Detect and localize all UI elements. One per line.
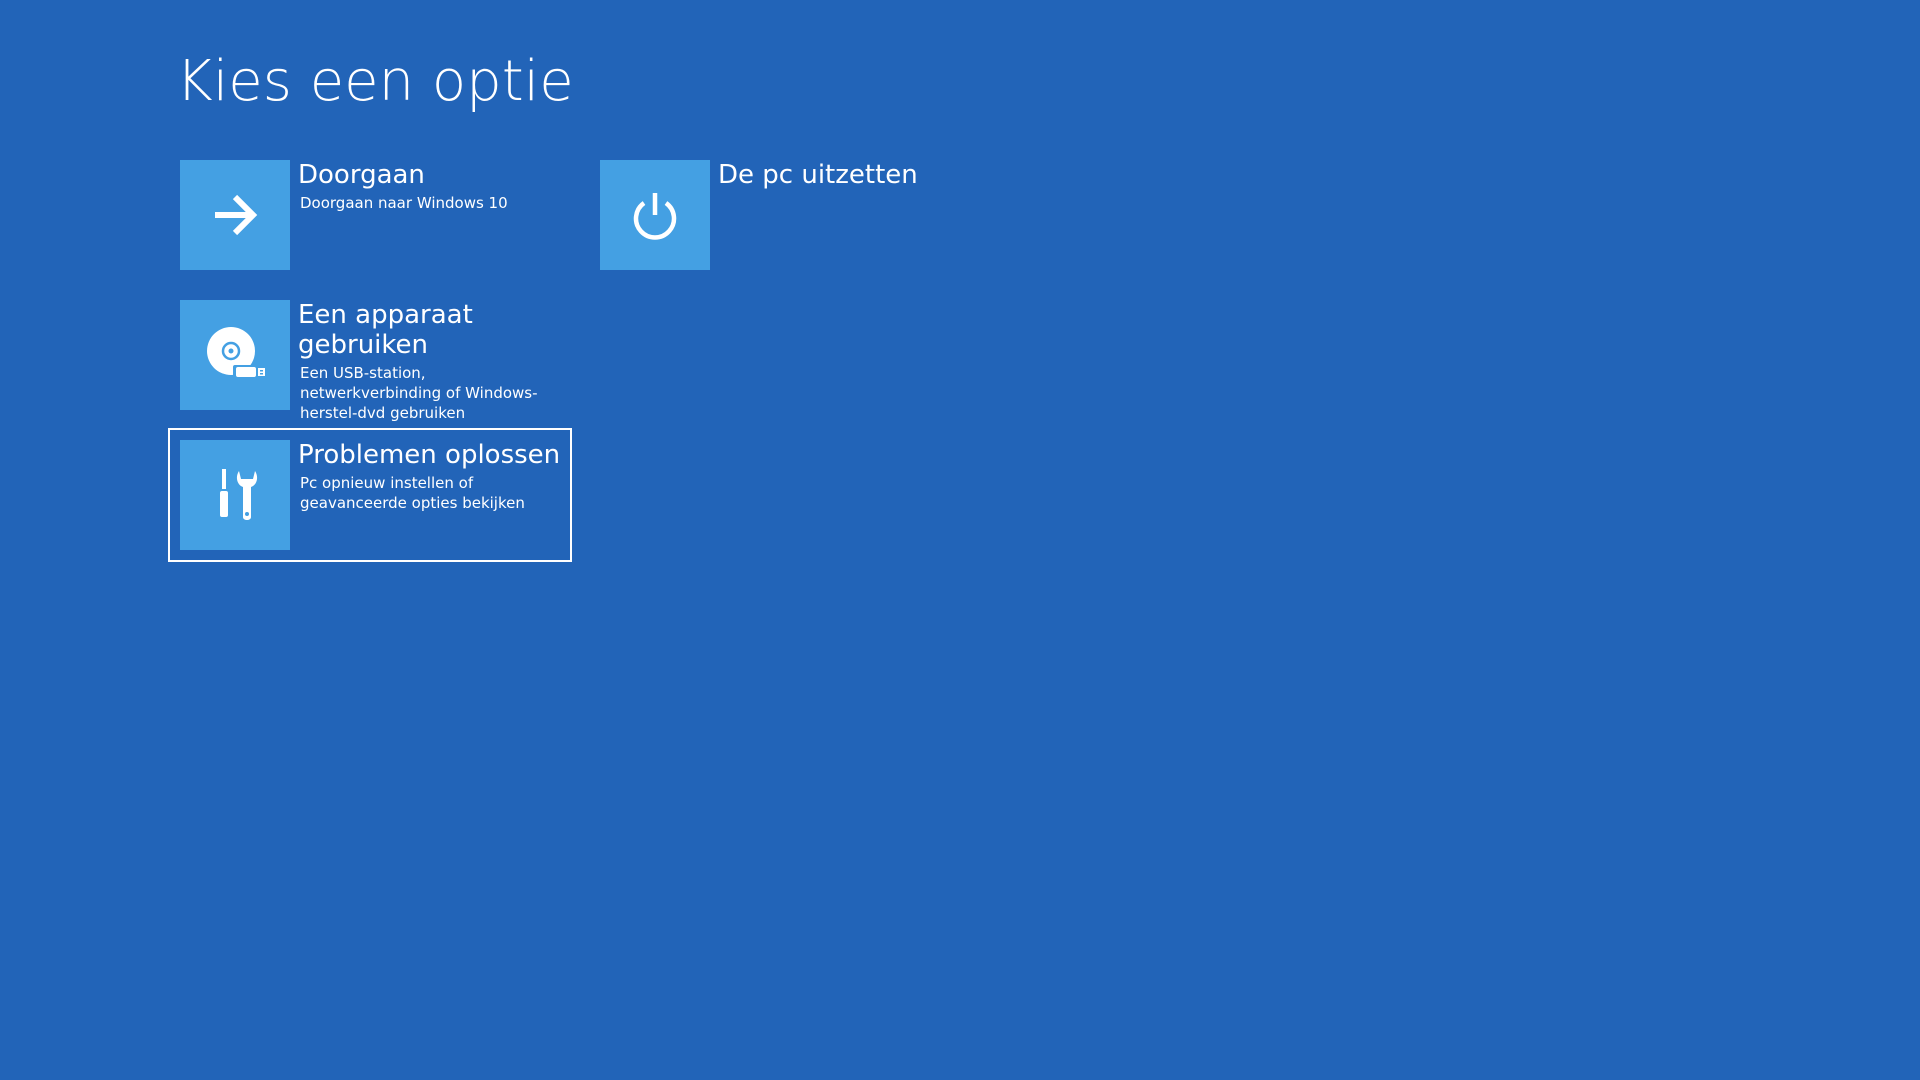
shutdown-title: De pc uitzetten [718,160,918,190]
troubleshoot-description: Pc opnieuw instellen of geavanceerde opt… [300,474,525,512]
tools-icon [220,469,258,520]
continue-option[interactable]: Doorgaan Doorgaan naar Windows 10 [180,160,580,270]
troubleshoot-tile[interactable] [180,440,290,550]
power-icon [633,193,677,240]
continue-tile[interactable] [180,160,290,270]
troubleshoot-title: Problemen oplossen [298,440,561,470]
page-title: Kies een optie [176,49,574,114]
continue-title: Doorgaan [298,160,425,190]
use-device-option[interactable]: Een apparaat gebruiken Een USB-station, … [180,300,580,422]
troubleshoot-option[interactable]: Problemen oplossen Pc opnieuw instellen … [168,428,572,562]
continue-description: Doorgaan naar Windows 10 [300,194,508,212]
shutdown-tile[interactable] [600,160,710,270]
use-device-tile[interactable] [180,300,290,410]
disc-usb-icon [207,327,265,379]
arrow-right-icon [215,194,258,236]
shutdown-option[interactable]: De pc uitzetten [600,160,1000,270]
use-device-description: Een USB-station, netwerkverbinding of Wi… [300,364,538,422]
use-device-title: Een apparaat gebruiken [298,300,473,360]
